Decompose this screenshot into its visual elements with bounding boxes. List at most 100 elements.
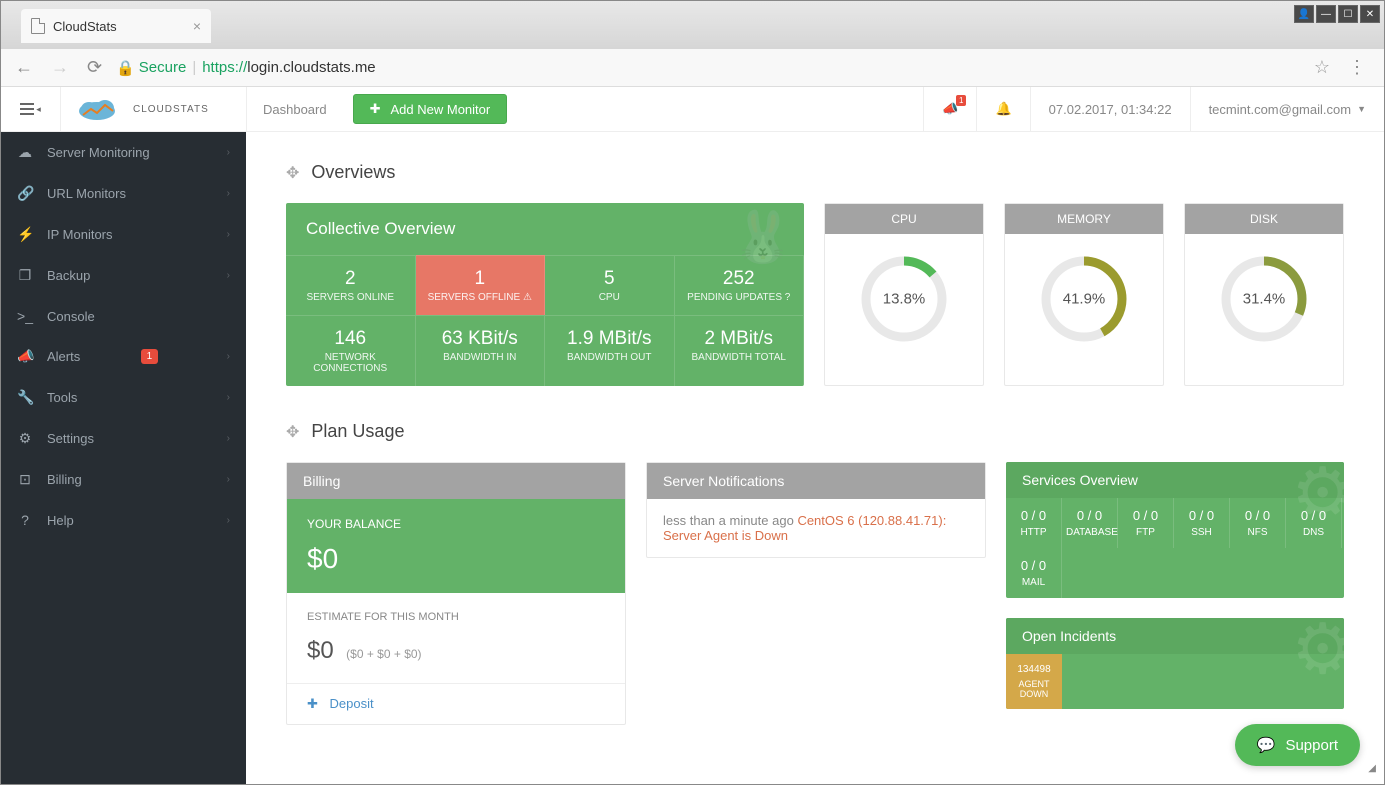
balance-value: $0 bbox=[307, 543, 605, 575]
sidebar-item-tools[interactable]: 🔧Tools› bbox=[1, 377, 246, 418]
collective-title: Collective Overview bbox=[306, 219, 455, 238]
incident-item[interactable]: 134498 AGENT DOWN bbox=[1006, 654, 1062, 709]
forward-icon: → bbox=[47, 53, 73, 82]
sidebar-item-url-monitors[interactable]: 🔗URL Monitors› bbox=[1, 173, 246, 214]
hamburger-icon bbox=[20, 103, 34, 115]
plan-usage-title: Plan Usage bbox=[311, 421, 404, 442]
page-icon bbox=[31, 18, 45, 34]
service-count: 0 / 0 bbox=[1234, 508, 1281, 523]
support-button[interactable]: 💬 Support bbox=[1235, 724, 1360, 766]
announcements-button[interactable]: 📣 1 bbox=[923, 87, 976, 132]
sidebar-item-settings[interactable]: ⚙ Settings › bbox=[1, 418, 246, 459]
incident-id: 134498 bbox=[1016, 664, 1052, 675]
cell-label: BANDWIDTH TOTAL bbox=[685, 352, 794, 363]
notifications-button[interactable]: 🔔 bbox=[976, 87, 1029, 132]
sidebar-item-label: Billing bbox=[47, 472, 82, 487]
service-label: DATABASE bbox=[1066, 527, 1113, 538]
chevron-right-icon: › bbox=[227, 229, 230, 240]
service-cell-database[interactable]: 0 / 0DATABASE bbox=[1062, 498, 1118, 548]
add-monitor-button[interactable]: ✚ Add New Monitor bbox=[353, 94, 508, 124]
estimate-value: $0 bbox=[307, 637, 334, 665]
move-icon[interactable]: ✥ bbox=[286, 163, 299, 183]
user-menu[interactable]: tecmint.com@gmail.com ▼ bbox=[1190, 87, 1384, 132]
service-cell-ssh[interactable]: 0 / 0SSH bbox=[1174, 498, 1230, 548]
cell-label: CPU bbox=[555, 292, 664, 303]
sidebar-icon: 📣 bbox=[17, 348, 33, 365]
sidebar-item-alerts[interactable]: 📣Alerts1› bbox=[1, 336, 246, 377]
sidebar-item-server-monitoring[interactable]: ☁Server Monitoring› bbox=[1, 132, 246, 173]
close-window-button[interactable]: ✕ bbox=[1360, 5, 1380, 23]
service-cell-nfs[interactable]: 0 / 0NFS bbox=[1230, 498, 1286, 548]
service-count: 0 / 0 bbox=[1122, 508, 1169, 523]
chevron-right-icon: › bbox=[227, 433, 230, 444]
collective-cell[interactable]: 1SERVERS OFFLINE ⚠ bbox=[416, 255, 546, 315]
gear-bg-icon: ⚙ bbox=[1291, 462, 1344, 534]
chevron-right-icon: › bbox=[227, 515, 230, 526]
services-card: ⚙ Services Overview 0 / 0HTTP0 / 0DATABA… bbox=[1006, 462, 1344, 598]
logo bbox=[75, 95, 119, 123]
plus-icon: ✚ bbox=[307, 696, 318, 711]
notifications-card: Server Notifications less than a minute … bbox=[646, 462, 986, 558]
browser-tab[interactable]: CloudStats × bbox=[21, 9, 211, 43]
collective-cell[interactable]: 63 KBit/sBANDWIDTH IN bbox=[416, 315, 546, 386]
gauge-title: MEMORY bbox=[1005, 204, 1163, 234]
collective-cell[interactable]: 2SERVERS ONLINE bbox=[286, 255, 416, 315]
service-cell-ftp[interactable]: 0 / 0 FTP bbox=[1118, 498, 1174, 548]
collective-cell[interactable]: 5 CPU bbox=[545, 255, 675, 315]
cell-value: 252 bbox=[685, 268, 794, 290]
browser-menu-icon[interactable]: ⋮ bbox=[1340, 57, 1374, 78]
resize-handle-icon[interactable]: ◢ bbox=[1368, 763, 1376, 774]
brand-name: CLOUDSTATS bbox=[133, 104, 209, 115]
cell-label: NETWORK CONNECTIONS bbox=[296, 352, 405, 374]
cell-label: PENDING UPDATES ? bbox=[685, 292, 794, 303]
sidebar-item-label: Settings bbox=[47, 431, 94, 446]
lock-icon: 🔒 bbox=[116, 59, 135, 77]
notif-time: less than a minute ago bbox=[663, 513, 794, 528]
sidebar-item-console[interactable]: >_Console bbox=[1, 296, 246, 336]
minimize-button[interactable]: — bbox=[1316, 5, 1336, 23]
gauge-value: 13.8% bbox=[883, 291, 926, 308]
sidebar-icon: >_ bbox=[17, 308, 33, 324]
collective-cell[interactable]: 146NETWORK CONNECTIONS bbox=[286, 315, 416, 386]
deposit-button[interactable]: ✚ Deposit bbox=[287, 683, 625, 724]
service-cell-http[interactable]: 0 / 0HTTP bbox=[1006, 498, 1062, 548]
support-label: Support bbox=[1285, 737, 1338, 754]
balance-label: YOUR BALANCE bbox=[307, 517, 605, 531]
user-button[interactable]: 👤 bbox=[1294, 5, 1314, 23]
url-bar[interactable]: 🔒 Secure | https://login.cloudstats.me bbox=[116, 59, 1304, 77]
service-cell-mail[interactable]: 0 / 0MAIL bbox=[1006, 548, 1062, 598]
collective-cell[interactable]: 2 MBit/sBANDWIDTH TOTAL bbox=[675, 315, 805, 386]
warning-icon: ⚠ bbox=[523, 292, 532, 303]
secure-indicator: 🔒 Secure bbox=[116, 59, 186, 77]
sidebar-icon: 🔗 bbox=[17, 185, 33, 202]
estimate-label: ESTIMATE FOR THIS MONTH bbox=[307, 611, 605, 623]
collective-cell[interactable]: 1.9 MBit/sBANDWIDTH OUT bbox=[545, 315, 675, 386]
gauge-card-disk: DISK31.4% bbox=[1184, 203, 1344, 386]
move-icon[interactable]: ✥ bbox=[286, 422, 299, 442]
add-monitor-label: Add New Monitor bbox=[391, 102, 491, 117]
service-label: FTP bbox=[1122, 527, 1169, 538]
reload-icon[interactable]: ⟳ bbox=[83, 53, 106, 82]
tab-title: CloudStats bbox=[53, 19, 117, 34]
dashboard-link[interactable]: Dashboard bbox=[246, 87, 343, 132]
gauge-card-memory: MEMORY41.9% bbox=[1004, 203, 1164, 386]
cell-value: 2 bbox=[296, 268, 405, 290]
sidebar-toggle[interactable]: ◂ bbox=[1, 87, 61, 132]
tab-close-icon[interactable]: × bbox=[193, 18, 201, 34]
cell-value: 5 bbox=[555, 268, 664, 290]
gear-bg-icon: ⚙ bbox=[1291, 618, 1344, 690]
sidebar-item-ip-monitors[interactable]: ⚡IP Monitors› bbox=[1, 214, 246, 255]
service-label: MAIL bbox=[1010, 577, 1057, 588]
sidebar-icon: ⚙ bbox=[17, 430, 33, 447]
back-icon[interactable]: ← bbox=[11, 53, 37, 82]
gauge-value: 31.4% bbox=[1243, 291, 1286, 308]
bookmark-icon[interactable]: ☆ bbox=[1314, 57, 1330, 78]
sidebar-item-billing[interactable]: ⊡Billing› bbox=[1, 459, 246, 500]
sidebar-item-backup[interactable]: ❐Backup› bbox=[1, 255, 246, 296]
cell-value: 1.9 MBit/s bbox=[555, 328, 664, 350]
chat-icon: 💬 bbox=[1257, 736, 1276, 754]
sidebar-item-help[interactable]: ?Help› bbox=[1, 500, 246, 540]
sidebar-item-label: Alerts bbox=[47, 349, 80, 364]
maximize-button[interactable]: ☐ bbox=[1338, 5, 1358, 23]
overviews-title: Overviews bbox=[311, 162, 395, 183]
